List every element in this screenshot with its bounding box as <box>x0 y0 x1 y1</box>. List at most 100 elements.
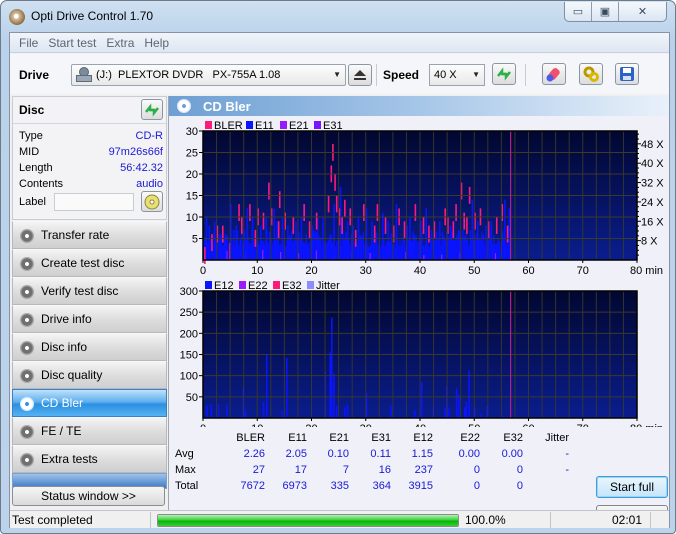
nav-cd-bler[interactable]: CD Bler <box>12 389 167 417</box>
e11-bar <box>497 238 499 260</box>
e11-bar <box>437 238 439 260</box>
x-tick-label: 30 <box>360 265 372 277</box>
disc-type-label: Type <box>19 130 43 142</box>
e11-bar <box>425 208 428 260</box>
e11-bar <box>402 238 404 260</box>
bler-bar <box>238 204 240 221</box>
e11-bar <box>290 230 293 260</box>
e12-bar <box>335 405 338 418</box>
e11-bar <box>478 238 480 260</box>
disc-refresh-button[interactable] <box>141 99 163 120</box>
status-text: Test completed <box>12 513 93 527</box>
nav-disc-info[interactable]: Disc info <box>12 333 167 361</box>
e11-bar <box>277 235 280 260</box>
e12-bar <box>333 373 335 418</box>
nav-disc-quality[interactable]: Disc quality <box>12 361 167 389</box>
divider <box>550 512 551 528</box>
x-tick-label: 40 <box>414 265 426 277</box>
disc-label-button[interactable] <box>141 191 163 212</box>
stats-col-header: E12 <box>413 432 433 444</box>
nav-drive-info[interactable]: Drive info <box>12 305 167 333</box>
e11-bar <box>485 225 487 260</box>
e11-bar <box>287 225 289 260</box>
speed-select[interactable]: 40 X ▼ <box>429 64 485 86</box>
e12-bar <box>444 407 447 418</box>
e11-bar <box>371 221 373 260</box>
menu-help[interactable]: Help <box>139 36 174 50</box>
e11-bar <box>355 246 357 260</box>
e11-bar <box>213 221 216 260</box>
bler-bar <box>428 225 430 243</box>
drive-icon <box>76 67 92 83</box>
e11-bar <box>208 225 211 260</box>
settings-button[interactable] <box>579 63 603 85</box>
nav-verify-test-disc[interactable]: Verify test disc <box>12 277 167 305</box>
e11-bar <box>302 242 305 260</box>
panel-header: CD Bler <box>169 96 669 116</box>
transfer-rate-icon <box>20 229 34 243</box>
e11-bar <box>412 231 414 260</box>
nav-transfer-rate[interactable]: Transfer rate <box>12 221 167 249</box>
stats-row-label: Max <box>175 464 196 476</box>
e11-bar <box>349 244 351 260</box>
bler-bar <box>249 204 251 221</box>
legend-label: Jitter <box>316 280 340 292</box>
erase-icon <box>546 68 560 82</box>
drive-select[interactable]: (J:) PLEXTOR DVDR PX-755A 1.08 ▼ <box>71 64 346 86</box>
e11-bar <box>504 199 506 260</box>
e12-bar <box>390 405 392 418</box>
menu-extra[interactable]: Extra <box>101 36 139 50</box>
bler-bar <box>452 221 455 239</box>
e11-bar <box>387 221 390 260</box>
e11-bar <box>403 239 406 260</box>
e11-bar <box>346 221 349 260</box>
stats-col-header: E11 <box>288 432 307 444</box>
stats-col-header: E31 <box>371 432 391 444</box>
close-button[interactable]: ✕ <box>619 2 666 21</box>
refresh-button[interactable] <box>492 63 516 85</box>
nav-fe-te[interactable]: FE / TE <box>12 417 167 445</box>
e11-bar <box>304 243 306 260</box>
e12-bar <box>226 404 228 418</box>
e11-bar <box>334 246 337 260</box>
speed-select-value: 40 X <box>434 69 457 81</box>
nav-extra-tests[interactable]: Extra tests <box>12 445 167 473</box>
erase-button[interactable] <box>542 63 566 85</box>
e11-bar <box>295 221 297 260</box>
stats-row-label: Avg <box>175 448 194 460</box>
e11-bar <box>481 231 483 260</box>
minimize-button[interactable]: ▭ <box>565 2 592 21</box>
start-full-button[interactable]: Start full <box>596 476 668 498</box>
disc-label-input[interactable] <box>54 193 134 211</box>
disc-panel: Disc Type CD-R MID 97m26s66f Length 56:42.3… <box>12 96 167 220</box>
status-window-button[interactable]: Status window >> <box>12 486 165 506</box>
close-icon: ✕ <box>637 6 648 18</box>
refresh-icon <box>145 102 159 117</box>
bler-bar <box>376 204 379 221</box>
e11-bar <box>232 229 235 260</box>
drive-label: Drive <box>19 68 50 82</box>
eject-button[interactable] <box>348 64 372 86</box>
window-controls: ▭ ▣ ✕ <box>564 2 667 22</box>
title-bar[interactable]: Opti Drive Control 1.70 ▭ ▣ ✕ <box>1 1 675 31</box>
menu-file[interactable]: File <box>14 36 43 50</box>
nav-label: Disc quality <box>41 368 103 382</box>
e11-bar <box>293 239 296 260</box>
stats-cell: 7672 <box>240 480 265 492</box>
e11-bar <box>454 238 457 260</box>
toolbar: Drive (J:) PLEXTOR DVDR PX-755A 1.08 ▼ S… <box>10 54 669 94</box>
y-tick-label: 10 <box>186 212 198 224</box>
menu-start-test[interactable]: Start test <box>43 36 101 50</box>
disc-length-value: 56:42.32 <box>120 162 163 174</box>
save-button[interactable] <box>615 63 639 85</box>
e11-bar <box>241 230 243 260</box>
e21-bar <box>226 250 228 260</box>
maximize-button[interactable]: ▣ <box>592 2 619 21</box>
x-tick-label: 50 <box>468 423 480 427</box>
progress-bar <box>157 514 459 527</box>
x-tick-label: 80 min <box>630 423 663 427</box>
nav-label: Create test disc <box>41 256 125 270</box>
nav-create-test-disc[interactable]: Create test disc <box>12 249 167 277</box>
bler-bar <box>463 212 465 230</box>
e11-bar <box>430 229 433 260</box>
